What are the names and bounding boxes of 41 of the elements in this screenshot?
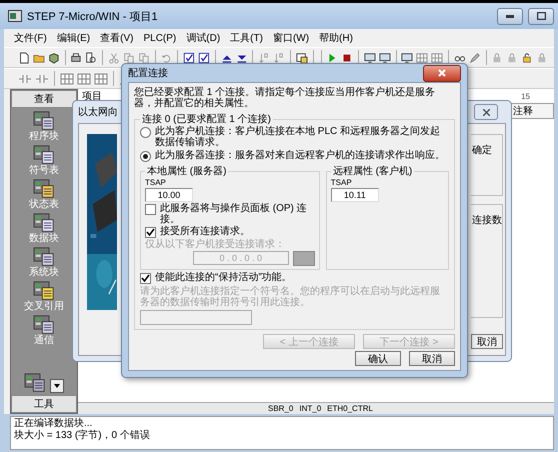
window-title: STEP 7-Micro/WIN - 项目1 [27,10,159,24]
menu-item[interactable]: 文件(F) [14,31,47,45]
field-label: 仅从以下客户机接受连接请求： [145,239,286,250]
field-label: TSAP [330,178,353,187]
menu-item[interactable]: 工具(T) [230,31,263,45]
checkbox-label: 接受所有连接请求。 [160,226,250,237]
hint-text: 请为此客户机连接指定一个符号名。您的程序可以在启动与此远程服务器的数据传输时用符号引用此连接。 [140,286,441,308]
dialog-title: 配置连接 [128,66,168,80]
tsap-field[interactable]: 10.00 [145,188,193,202]
navigation-header[interactable]: 查看 [11,90,77,108]
menu-item[interactable]: 窗口(W) [272,31,310,45]
group-title: 远程属性 (客户机) [332,164,414,178]
editor-tab[interactable]: ETH0_CTRL [327,404,373,413]
menu-item[interactable]: 调试(D) [186,31,220,45]
tree-item[interactable]: 项目 [82,89,102,103]
editor-tab[interactable]: SBR_0 [268,404,294,413]
field-label: 连接数 [472,215,502,226]
checkbox-label: 使能此连接的“保持活动”功能。 [155,272,292,283]
group-title: 本地属性 (服务器) [146,164,228,178]
column-header: 注释 [510,103,554,119]
status-message: 块大小 = 133 (字节)，0 个错误 [14,430,151,442]
option-label: 此为客户机连接：客户机连接在本地 PLC 和远程服务器之间发起数据传输请求。 [155,126,442,148]
cancel-button[interactable]: 取消 [409,351,455,366]
editor-tab[interactable]: INT_0 [299,404,322,413]
group-title: 连接 0 (已要求配置 1 个连接) [141,112,272,126]
menu-item[interactable]: PLC(P) [143,32,176,44]
status-message: 正在编译数据块... [14,418,94,430]
menu-item[interactable]: 帮助(H) [319,31,353,45]
field-label: 确定 [472,145,492,156]
field-label: TSAP [145,178,167,187]
checkbox-label: 此服务器将与操作员面板 (OP) 连接。 [160,203,308,225]
option-label: 此为服务器连接：服务器对来自远程客户机的连接请求作出响应。 [155,150,445,161]
instruction-text: 您已经要求配置 1 个连接。请指定每个连接应当用作客户机还是服务器，并配置它的相关属性。 [134,87,436,109]
tsap-field[interactable]: 10.11 [330,188,379,202]
ruler: 15 [521,92,530,100]
menu-item[interactable]: 查看(V) [100,31,134,45]
navigation-footer[interactable]: 工具 [11,395,77,413]
ok-button[interactable]: 确认 [355,351,401,366]
dialog-title: 以太网向 [78,106,118,119]
menu-item[interactable]: 编辑(E) [56,31,90,45]
cancel-button[interactable]: 取消 [471,334,503,349]
